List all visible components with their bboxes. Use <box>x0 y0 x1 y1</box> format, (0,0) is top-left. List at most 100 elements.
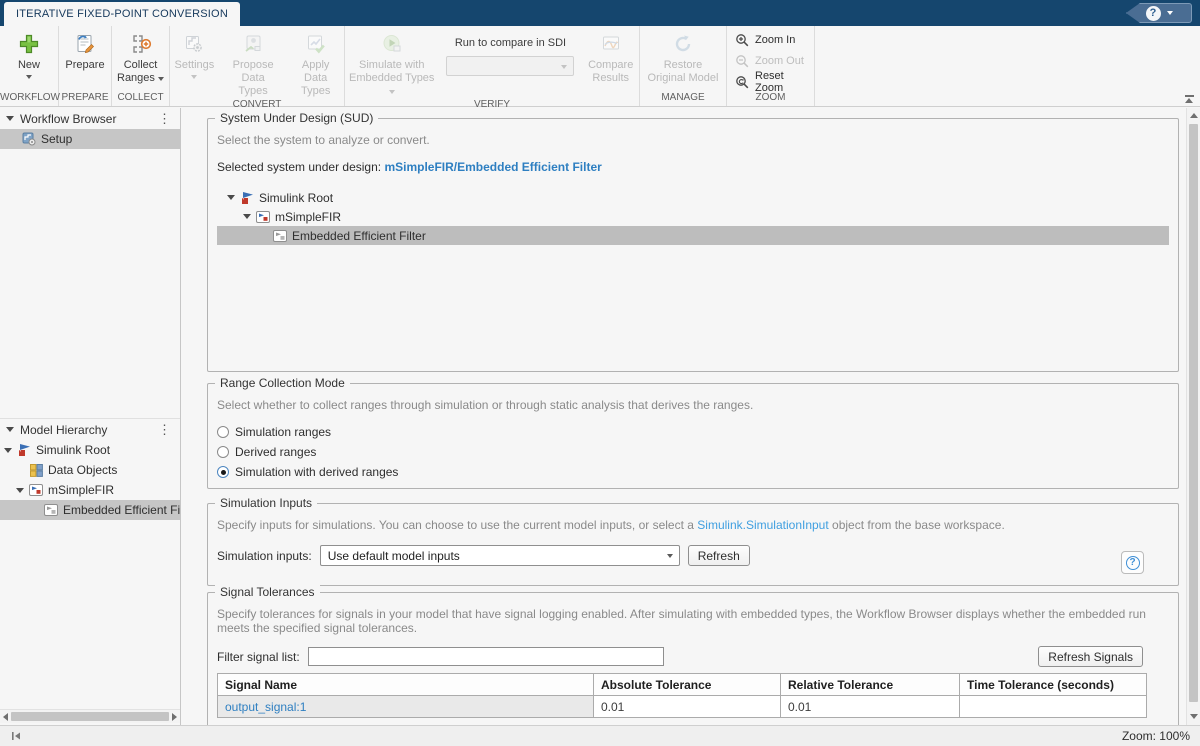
sdi-run-combo[interactable] <box>446 56 574 76</box>
sud-tree: Simulink Root mSimpleFIR <box>217 188 1169 245</box>
refresh-button[interactable]: Refresh <box>688 545 750 566</box>
group-label-collect: COLLECT <box>112 91 169 106</box>
new-plus-icon <box>17 31 41 57</box>
compare-results-button-label: Compare Results <box>586 59 635 85</box>
prepare-button[interactable]: Prepare <box>61 29 108 72</box>
collapse-panel-button[interactable] <box>10 730 22 742</box>
data-objects-icon <box>30 464 43 477</box>
collapse-arrow-icon[interactable] <box>6 427 14 432</box>
filter-signal-list-label: Filter signal list: <box>217 650 300 664</box>
sidebar-horizontal-scrollbar[interactable] <box>0 709 180 723</box>
radio-simulation-with-derived-ranges[interactable]: Simulation with derived ranges <box>217 462 1169 482</box>
settings-button[interactable]: Settings <box>170 29 219 79</box>
tree-item-label: mSimpleFIR <box>275 210 341 224</box>
simulation-input-doc-link[interactable]: Simulink.SimulationInput <box>697 518 828 532</box>
scroll-right-icon[interactable] <box>172 713 177 721</box>
radio-icon <box>217 426 229 438</box>
help-button[interactable]: ? <box>1126 3 1192 23</box>
restore-original-model-button[interactable]: Restore Original Model <box>641 29 725 85</box>
panel-menu-icon[interactable]: ⋮ <box>155 423 174 436</box>
radio-simulation-ranges[interactable]: Simulation ranges <box>217 422 1169 442</box>
sud-tree-embedded-efficient-filter[interactable]: Embedded Efficient Filter <box>217 226 1169 245</box>
zoom-out-button[interactable]: Zoom Out <box>735 52 806 70</box>
zoom-in-icon <box>735 33 750 48</box>
signal-name-link[interactable]: output_signal:1 <box>225 700 306 714</box>
simulation-inputs-help-button[interactable]: ? <box>1121 551 1144 574</box>
expander-icon[interactable] <box>243 214 251 219</box>
expander-icon[interactable] <box>227 195 235 200</box>
subsystem-icon <box>29 483 43 497</box>
filter-signal-input[interactable] <box>308 647 664 666</box>
propose-data-types-icon <box>241 31 265 57</box>
scroll-left-icon[interactable] <box>3 713 8 721</box>
scroll-up-icon[interactable] <box>1190 113 1198 118</box>
apply-data-types-button[interactable]: Apply Data Types <box>287 29 344 98</box>
collapse-panel-icon <box>10 730 22 742</box>
collect-ranges-button[interactable]: Collect Ranges <box>113 29 169 85</box>
status-bar: Zoom: 100% <box>0 725 1200 746</box>
tree-item-embedded-efficient-filter[interactable]: Embedded Efficient Filter <box>0 500 180 520</box>
tab-iterative-fixed-point-conversion[interactable]: ITERATIVE FIXED-POINT CONVERSION <box>4 2 240 26</box>
compare-results-button[interactable]: Compare Results <box>582 29 639 85</box>
settings-button-label: Settings <box>175 59 215 72</box>
group-label-manage: MANAGE <box>640 91 726 106</box>
group-manage: Restore Original Model MANAGE <box>640 26 727 106</box>
chevron-down-icon <box>26 75 32 79</box>
workflow-item-setup-label: Setup <box>41 132 72 146</box>
model-hierarchy-title: Model Hierarchy <box>20 423 149 437</box>
tree-item-label: Embedded Efficient Filter <box>292 229 426 243</box>
column-header-time-tolerance[interactable]: Time Tolerance (seconds) <box>960 674 1147 696</box>
scrollbar-thumb[interactable] <box>1189 124 1198 702</box>
tree-item-simulink-root[interactable]: Simulink Root <box>0 440 180 460</box>
column-header-absolute-tolerance[interactable]: Absolute Tolerance <box>594 674 781 696</box>
subsystem-icon <box>256 210 270 224</box>
sud-tree-simulink-root[interactable]: Simulink Root <box>217 188 1169 207</box>
zoom-out-label: Zoom Out <box>755 55 804 67</box>
expander-icon[interactable] <box>4 448 12 453</box>
refresh-signals-button[interactable]: Refresh Signals <box>1038 646 1143 667</box>
expander-icon[interactable] <box>16 488 24 493</box>
reset-zoom-button[interactable]: Reset Zoom <box>735 73 806 91</box>
relative-tolerance-cell[interactable]: 0.01 <box>781 696 960 718</box>
time-tolerance-cell[interactable] <box>960 696 1147 718</box>
setup-icon <box>22 132 36 146</box>
radio-icon <box>217 446 229 458</box>
section-signal-tolerances: Signal Tolerances Specify tolerances for… <box>207 592 1179 725</box>
group-collect: Collect Ranges COLLECT <box>112 26 170 106</box>
main-vertical-scrollbar[interactable] <box>1186 108 1200 725</box>
table-row: output_signal:1 0.01 0.01 <box>218 696 1147 718</box>
tree-item-label: Simulink Root <box>36 443 110 457</box>
tree-item-label: mSimpleFIR <box>48 483 114 497</box>
collapse-arrow-icon[interactable] <box>6 116 14 121</box>
group-convert: Settings Propose Data Types <box>170 26 345 106</box>
scrollbar-thumb[interactable] <box>11 712 169 721</box>
workflow-browser-header[interactable]: Workflow Browser ⋮ <box>0 108 180 129</box>
workflow-item-setup[interactable]: Setup <box>0 129 180 149</box>
model-hierarchy-header[interactable]: Model Hierarchy ⋮ <box>0 419 180 440</box>
propose-data-types-button-label: Propose Data Types <box>227 59 280 98</box>
column-header-relative-tolerance[interactable]: Relative Tolerance <box>781 674 960 696</box>
absolute-tolerance-cell[interactable]: 0.01 <box>594 696 781 718</box>
radio-icon <box>217 466 229 478</box>
tree-item-msimplefir[interactable]: mSimpleFIR <box>0 480 180 500</box>
radio-derived-ranges[interactable]: Derived ranges <box>217 442 1169 462</box>
chevron-down-icon <box>667 554 673 558</box>
simulate-embedded-button[interactable]: Simulate with Embedded Types <box>345 29 438 98</box>
selected-system-link[interactable]: mSimpleFIR/Embedded Efficient Filter <box>384 160 601 174</box>
apply-data-types-icon <box>304 31 328 57</box>
scroll-down-icon[interactable] <box>1190 714 1198 719</box>
chevron-down-icon <box>158 77 164 81</box>
propose-data-types-button[interactable]: Propose Data Types <box>223 29 284 98</box>
simulation-inputs-dropdown[interactable]: Use default model inputs <box>320 545 680 566</box>
toolstrip-tab-bar: ITERATIVE FIXED-POINT CONVERSION ? <box>0 0 1200 26</box>
help-icon: ? <box>1126 556 1140 570</box>
minimize-ribbon-button[interactable] <box>1181 92 1197 105</box>
sud-tree-msimplefir[interactable]: mSimpleFIR <box>217 207 1169 226</box>
column-header-signal-name[interactable]: Signal Name <box>218 674 594 696</box>
zoom-in-button[interactable]: Zoom In <box>735 31 806 49</box>
zoom-level-indicator: Zoom: 100% <box>1122 729 1190 743</box>
panel-menu-icon[interactable]: ⋮ <box>155 112 174 125</box>
main-content: System Under Design (SUD) Select the sys… <box>181 108 1186 725</box>
new-button[interactable]: New <box>13 29 45 79</box>
tree-item-data-objects[interactable]: Data Objects <box>0 460 180 480</box>
